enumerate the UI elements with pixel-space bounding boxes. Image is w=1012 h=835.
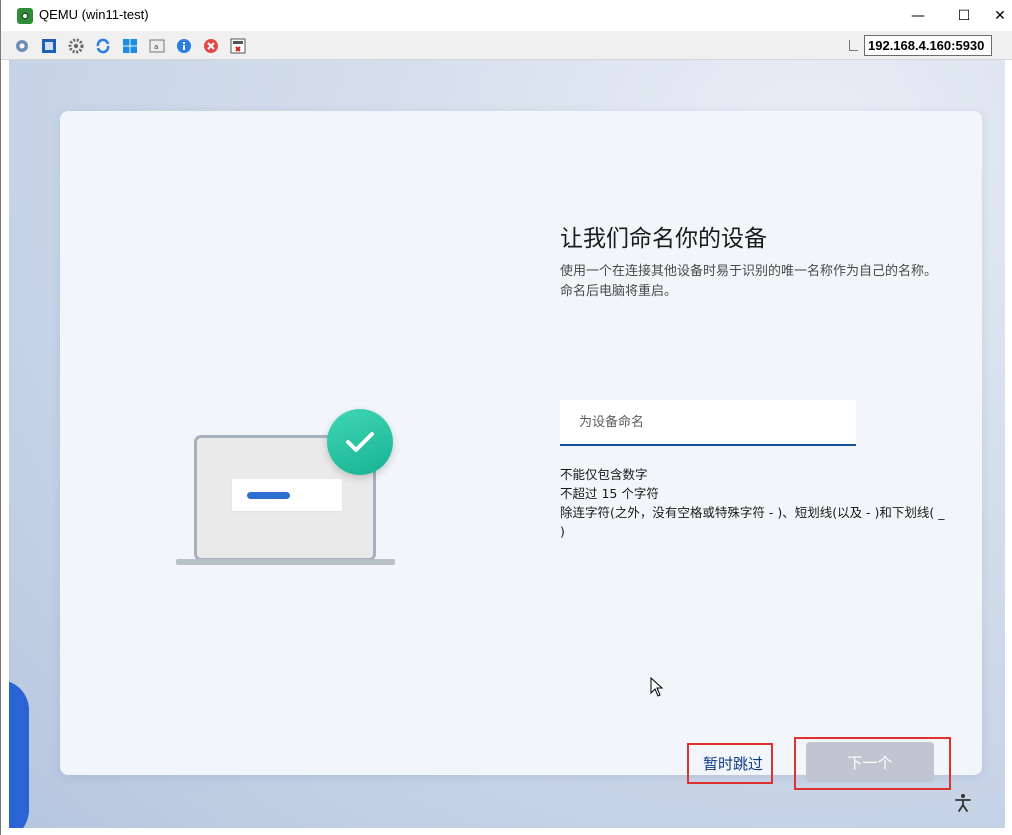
settings-icon[interactable] [67, 37, 85, 55]
qemu-window: QEMU (win11-test) — ☐ ✕ a 192.168.4.160:… [0, 0, 1012, 835]
laptop-illustration [174, 409, 395, 569]
rule-item: 除连字符(之外，没有空格或特殊字符 - )、短划线(以及 - )和下划线( _ … [560, 505, 945, 539]
page-description: 使用一个在连接其他设备时易于识别的唯一名称作为自己的名称。命名后电脑将重启。 [560, 264, 938, 299]
laptop-base-icon [176, 559, 395, 565]
maximize-button[interactable]: ☐ [941, 0, 987, 31]
fullscreen-icon[interactable] [40, 37, 58, 55]
rule-item: 不超过 15 个字符 [560, 486, 659, 501]
skip-for-now-link[interactable]: 暂时跳过 [703, 753, 763, 774]
accessibility-icon[interactable] [953, 793, 973, 813]
close-button[interactable]: ✕ [987, 0, 1012, 31]
laptop-bar-shape [247, 492, 290, 499]
title-bar: QEMU (win11-test) — ☐ ✕ [1, 0, 1012, 31]
mouse-pointer-icon [650, 676, 664, 701]
windows-key-icon[interactable] [121, 37, 139, 55]
refresh-icon[interactable] [94, 37, 112, 55]
oobe-card: 让我们命名你的设备 使用一个在连接其他设备时易于识别的唯一名称作为自己的名称。命… [60, 111, 982, 790]
page-title: 让我们命名你的设备 [560, 226, 767, 252]
device-name-input[interactable] [560, 400, 856, 446]
qemu-app-icon [17, 8, 33, 24]
toolbar: a [1, 31, 1012, 60]
stop-icon[interactable] [202, 37, 220, 55]
network-icon[interactable] [13, 37, 31, 55]
laptop-field-shape [232, 479, 342, 511]
keyboard-icon[interactable]: a [148, 37, 166, 55]
minimize-button[interactable]: — [895, 0, 941, 31]
svg-text:a: a [154, 43, 158, 51]
checkmark-icon [327, 409, 393, 475]
window-title: QEMU (win11-test) [39, 7, 149, 22]
info-icon[interactable] [175, 37, 193, 55]
naming-rules: 不能仅包含数字 不超过 15 个字符 除连字符(之外，没有空格或特殊字符 - )… [560, 465, 950, 541]
screenshot-icon[interactable] [229, 37, 247, 55]
vnc-address-field[interactable]: 192.168.4.160:5930 [864, 35, 992, 56]
background-accent [9, 680, 29, 828]
rule-item: 不能仅包含数字 [560, 467, 648, 482]
vm-display[interactable]: 让我们命名你的设备 使用一个在连接其他设备时易于识别的唯一名称作为自己的名称。命… [9, 60, 1005, 828]
next-button[interactable]: 下一个 [806, 742, 934, 782]
resize-grip[interactable] [849, 40, 858, 51]
